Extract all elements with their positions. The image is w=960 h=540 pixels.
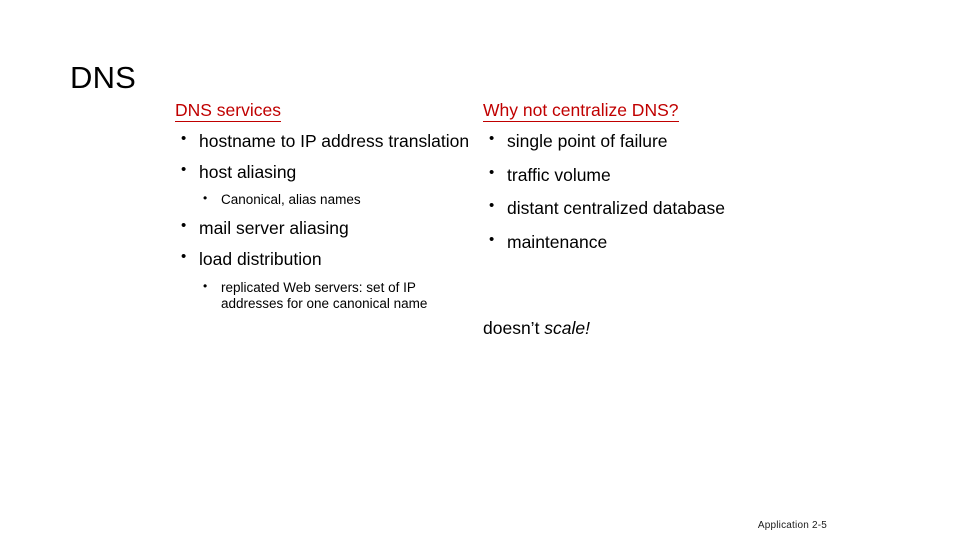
left-sub-bullet-list-aliasing: Canonical, alias names xyxy=(175,191,470,209)
list-item: Canonical, alias names xyxy=(199,191,470,209)
left-sub-bullet-list-load-distribution: replicated Web servers: set of IP addres… xyxy=(175,279,470,314)
list-item: host aliasing xyxy=(175,161,470,183)
right-content-column: Why not centralize DNS? single point of … xyxy=(483,100,803,266)
left-bullet-list: hostname to IP address translation host … xyxy=(175,130,470,314)
left-content-column: DNS services hostname to IP address tran… xyxy=(175,100,470,322)
right-column-heading-text: Why not centralize DNS? xyxy=(483,100,679,122)
list-item: hostname to IP address translation xyxy=(175,130,470,152)
left-column-heading-text: DNS services xyxy=(175,100,281,122)
list-item: distant centralized database xyxy=(483,197,803,219)
list-item: traffic volume xyxy=(483,164,803,186)
list-item: single point of failure xyxy=(483,130,803,152)
slide-canvas: DNS DNS services hostname to IP address … xyxy=(0,0,960,540)
list-item: mail server aliasing xyxy=(175,217,470,239)
list-item: replicated Web servers: set of IP addres… xyxy=(199,279,470,314)
scale-note-plain: doesn’t xyxy=(483,318,545,338)
scale-note: doesn’t scale! xyxy=(483,318,590,339)
list-item: load distribution xyxy=(175,248,470,270)
scale-note-italic: scale! xyxy=(544,318,591,338)
right-column-heading: Why not centralize DNS? xyxy=(483,100,803,122)
right-bullet-list: single point of failure traffic volume d… xyxy=(483,130,803,253)
left-column-heading: DNS services xyxy=(175,100,470,122)
page-title: DNS xyxy=(70,60,137,95)
list-item: maintenance xyxy=(483,231,803,253)
slide-footer: Application 2-5 xyxy=(757,520,827,531)
